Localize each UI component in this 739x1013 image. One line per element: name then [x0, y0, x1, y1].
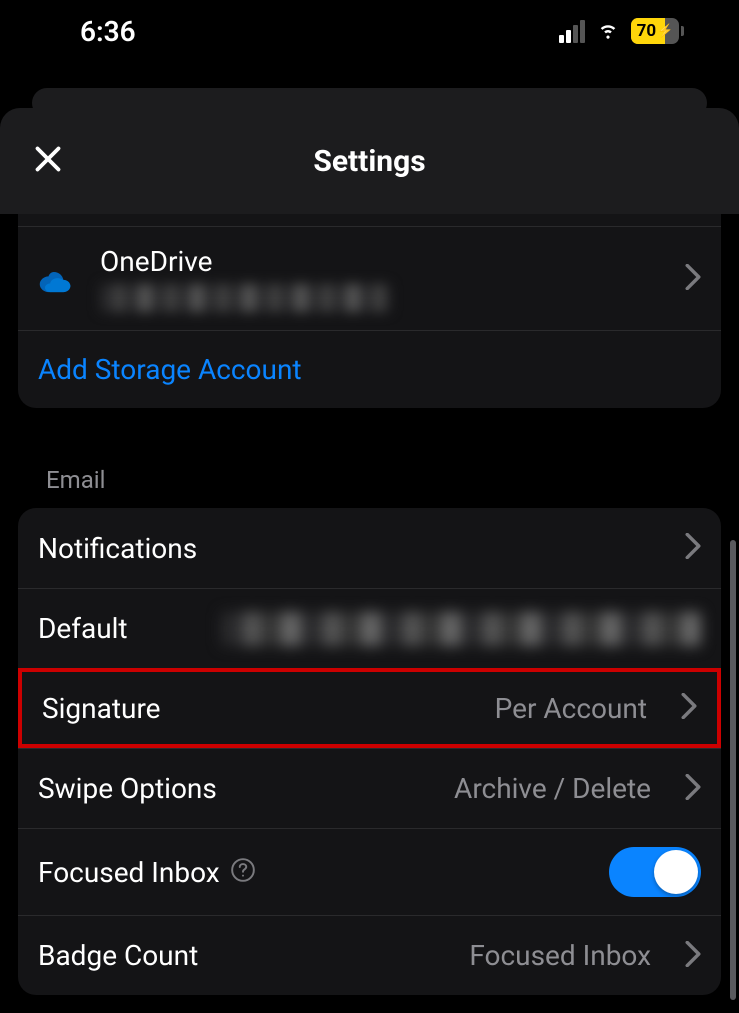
default-label: Default [38, 612, 128, 645]
status-icons: 70⚡ [559, 16, 684, 46]
wifi-icon [595, 16, 621, 46]
redacted-default-value [221, 612, 701, 646]
cellular-signal-icon [559, 20, 585, 43]
swipe-options-row[interactable]: Swipe Options Archive / Delete [18, 748, 721, 828]
chevron-right-icon [685, 533, 701, 563]
battery-icon: 70⚡ [631, 18, 684, 44]
chevron-right-icon [681, 693, 697, 723]
email-card: Notifications Default Signature Per Acco… [18, 508, 721, 995]
focused-inbox-toggle[interactable] [609, 847, 701, 897]
badge-label: Badge Count [38, 939, 449, 972]
focused-inbox-row: Focused Inbox [18, 828, 721, 915]
modal-header: Settings [0, 108, 739, 214]
status-bar: 6:36 70⚡ [0, 0, 739, 62]
email-section-title: Email [18, 408, 721, 508]
focused-label: Focused Inbox [38, 856, 220, 889]
chevron-right-icon [685, 941, 701, 971]
notifications-label: Notifications [38, 532, 665, 565]
status-time: 6:36 [80, 15, 136, 48]
close-button[interactable] [30, 141, 66, 181]
badge-count-row[interactable]: Badge Count Focused Inbox [18, 915, 721, 995]
help-icon[interactable] [230, 857, 256, 887]
notifications-row[interactable]: Notifications [18, 508, 721, 588]
toggle-knob [654, 850, 698, 894]
scrollbar[interactable] [730, 540, 736, 1000]
settings-modal: Settings OneDrive Add Storage Account Em… [0, 108, 739, 1013]
swipe-value: Archive / Delete [454, 772, 665, 805]
chevron-right-icon [685, 264, 701, 294]
onedrive-icon [38, 263, 80, 295]
default-account-row[interactable]: Default [18, 588, 721, 668]
page-title: Settings [0, 144, 739, 179]
signature-label: Signature [42, 692, 475, 725]
swipe-label: Swipe Options [38, 772, 434, 805]
redacted-email [100, 284, 390, 312]
storage-account-row[interactable]: OneDrive [18, 226, 721, 330]
badge-value: Focused Inbox [469, 939, 665, 972]
signature-value: Per Account [495, 692, 661, 725]
storage-account-name: OneDrive [100, 245, 665, 278]
add-storage-account-link[interactable]: Add Storage Account [18, 330, 721, 408]
signature-row[interactable]: Signature Per Account [18, 668, 721, 748]
chevron-right-icon [685, 774, 701, 804]
storage-card: OneDrive Add Storage Account [18, 214, 721, 408]
